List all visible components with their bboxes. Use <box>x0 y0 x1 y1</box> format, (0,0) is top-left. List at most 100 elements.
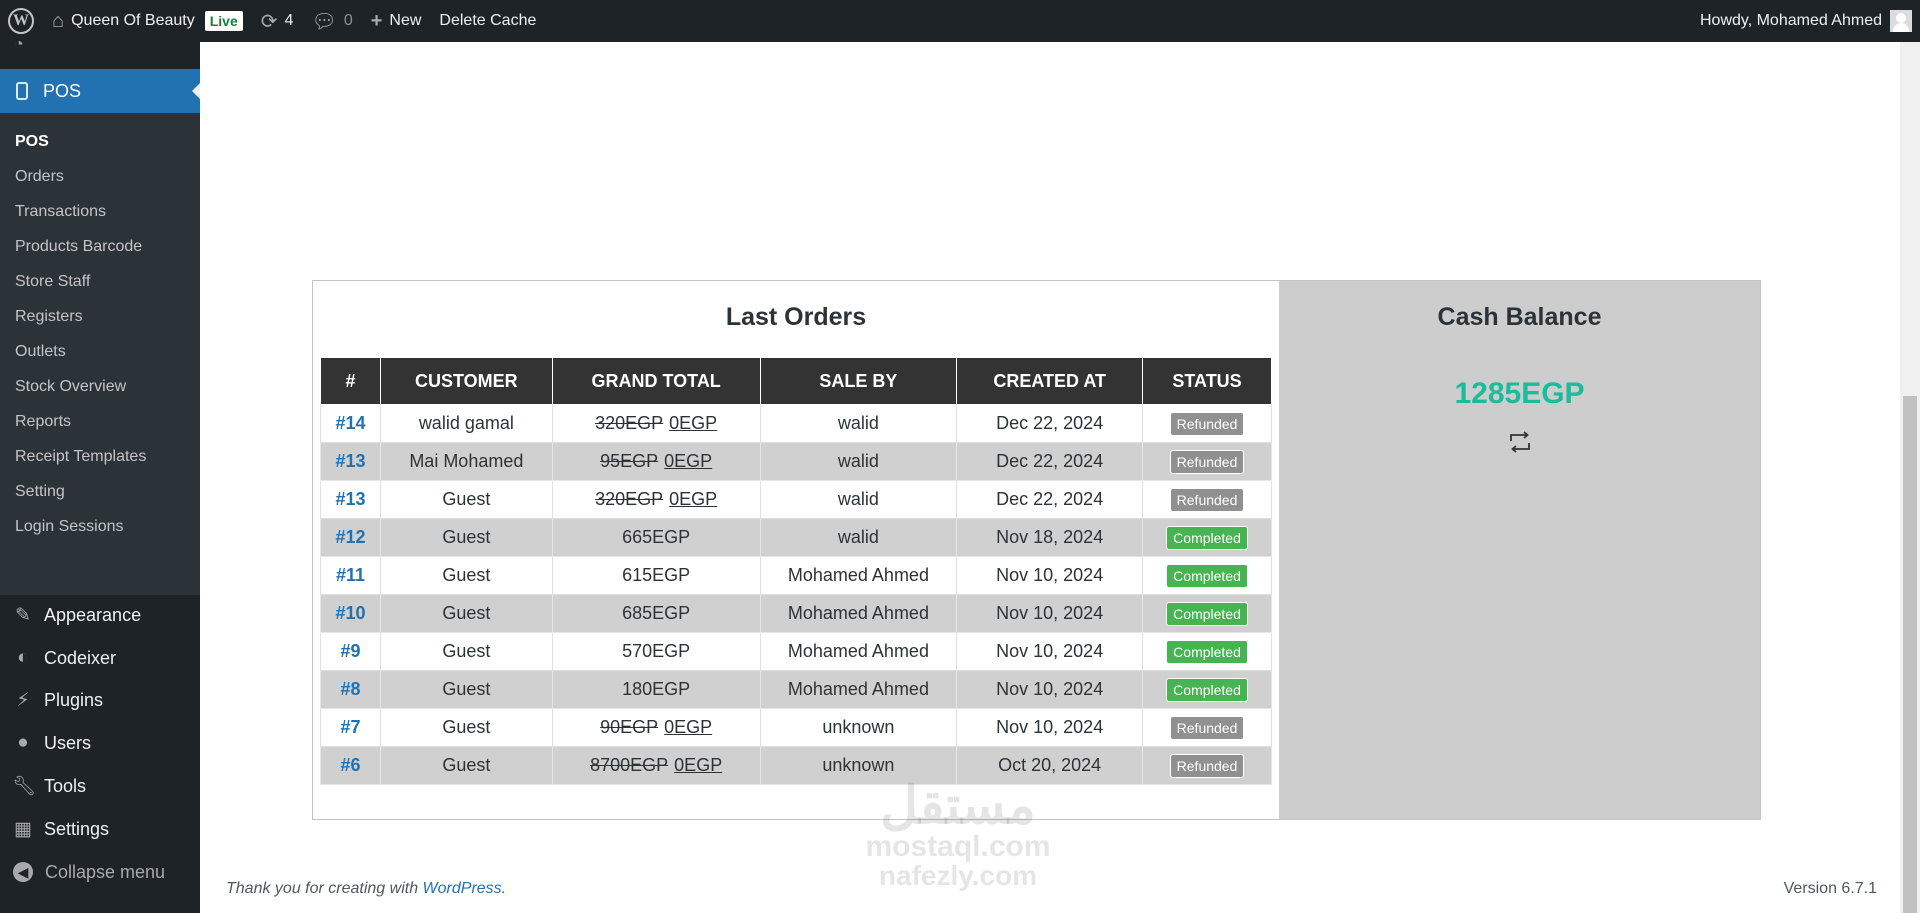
submenu-item-products-barcode[interactable]: Products Barcode <box>15 238 142 256</box>
sale-by-cell: unknown <box>759 746 958 785</box>
order-id-link[interactable]: #8 <box>340 679 360 699</box>
admin-sidebar: ◔ POS POS Orders Transactions Products B… <box>0 36 200 913</box>
submenu-item-registers[interactable]: Registers <box>15 308 83 326</box>
live-badge: Live <box>204 11 243 31</box>
order-id-link[interactable]: #14 <box>335 413 365 433</box>
original-total: 90EGP <box>600 717 659 737</box>
pos-icon <box>16 82 28 100</box>
wordpress-link[interactable]: WordPress <box>423 880 502 897</box>
created-at-cell: Nov 10, 2024 <box>956 632 1144 671</box>
submenu-item-stock-overview[interactable]: Stock Overview <box>15 378 126 396</box>
submenu-item-login-sessions[interactable]: Login Sessions <box>15 518 124 536</box>
collapse-menu-button[interactable]: ◀ Collapse menu <box>0 852 200 892</box>
refunded-total[interactable]: 0EGP <box>664 451 712 471</box>
table-row: #8 Guest 180EGP Mohamed Ahmed Nov 10, 2024 Co… <box>320 670 1272 709</box>
column-header-customer: CUSTOMER <box>379 357 553 405</box>
customer-cell: Guest <box>379 746 553 785</box>
submenu-item-store-staff[interactable]: Store Staff <box>15 273 90 291</box>
original-total: 95EGP <box>600 451 659 471</box>
grand-total-cell: 665EGP <box>551 518 761 557</box>
order-id-cell: #6 <box>320 746 381 785</box>
submenu-item-reports[interactable]: Reports <box>15 413 71 431</box>
collapse-icon: ◀ <box>13 862 33 882</box>
users-icon: ● <box>17 732 29 753</box>
site-name-link[interactable]: ⌂ Queen Of Beauty Live <box>43 0 252 42</box>
submenu-item-pos[interactable]: POS <box>15 133 49 151</box>
sidebar-item-codeixer[interactable]: ◐ Codeixer <box>0 638 200 678</box>
last-orders-title: Last Orders <box>725 303 867 331</box>
submenu-item-outlets[interactable]: Outlets <box>15 343 66 361</box>
sale-by-cell: walid <box>759 518 958 557</box>
status-badge: Completed <box>1166 563 1248 588</box>
sidebar-item-plugins[interactable]: ⚡︎ Plugins <box>0 680 200 720</box>
comments-link[interactable]: 💬︎ 0 <box>302 0 361 42</box>
table-row: #6 Guest 8700EGP 0EGP unknown Oct 20, 2024 Ref… <box>320 746 1272 785</box>
order-id-link[interactable]: #9 <box>340 641 360 661</box>
paintbrush-icon: ✎ <box>15 604 31 626</box>
column-header-created-at: CREATED AT <box>956 357 1144 405</box>
order-id-link[interactable]: #10 <box>335 603 365 623</box>
customer-cell: Guest <box>379 594 553 633</box>
avatar <box>1890 10 1912 32</box>
created-at-cell: Oct 20, 2024 <box>956 746 1144 785</box>
submenu-item-setting[interactable]: Setting <box>15 483 65 501</box>
sidebar-item-users[interactable]: ● Users <box>0 723 200 763</box>
status-cell: Refunded <box>1142 708 1272 747</box>
settings-icon: ▦ <box>14 818 32 840</box>
site-name: Queen Of Beauty <box>71 12 195 29</box>
footer-thanks: Thank you for creating with WordPress. <box>226 880 506 898</box>
sale-by-cell: walid <box>759 404 958 443</box>
order-id-cell: #12 <box>320 518 381 557</box>
refunded-total[interactable]: 0EGP <box>669 489 717 509</box>
created-at-cell: Dec 22, 2024 <box>956 404 1144 443</box>
status-badge: Refunded <box>1169 449 1245 474</box>
dashboard-icon-partial: ◔ <box>14 36 24 53</box>
created-at-cell: Dec 22, 2024 <box>956 480 1144 519</box>
column-header-sale-by: SALE BY <box>759 357 958 405</box>
page-scrollbar[interactable] <box>1900 42 1920 913</box>
account-menu[interactable]: Howdy, Mohamed Ahmed <box>1691 0 1920 42</box>
footer-version: Version 6.7.1 <box>1783 880 1877 897</box>
refunded-total[interactable]: 0EGP <box>664 717 712 737</box>
sidebar-item-appearance[interactable]: ✎ Appearance <box>0 595 200 635</box>
sidebar-item-settings[interactable]: ▦ Settings <box>0 809 200 849</box>
created-at-cell: Dec 22, 2024 <box>956 442 1144 481</box>
original-total: 320EGP <box>595 489 664 509</box>
submenu-item-transactions[interactable]: Transactions <box>15 203 106 221</box>
comment-icon: 💬︎ <box>311 10 337 33</box>
submenu-item-orders[interactable]: Orders <box>15 168 64 186</box>
collapse-menu-label: Collapse menu <box>45 861 166 882</box>
sidebar-item-pos[interactable]: POS <box>0 69 200 113</box>
order-id-link[interactable]: #12 <box>335 527 365 547</box>
sidebar-item-label: Plugins <box>44 689 104 710</box>
refresh-icon[interactable] <box>1507 429 1533 455</box>
sale-by-cell: Mohamed Ahmed <box>759 632 958 671</box>
order-id-link[interactable]: #13 <box>335 489 365 509</box>
delete-cache-label: Delete Cache <box>439 12 537 29</box>
cash-balance-section: Cash Balance 1285EGP <box>1279 281 1760 819</box>
table-row: #13 Guest 320EGP 0EGP walid Dec 22, 2024 Refun… <box>320 480 1272 519</box>
order-id-cell: #8 <box>320 670 381 709</box>
order-id-link[interactable]: #13 <box>335 451 365 471</box>
order-id-link[interactable]: #6 <box>340 755 360 775</box>
sidebar-item-tools[interactable]: 🔧︎ Tools <box>0 766 200 806</box>
table-row: #12 Guest 665EGP walid Nov 18, 2024 Completed <box>320 518 1272 557</box>
customer-cell: walid gamal <box>379 404 553 443</box>
pos-submenu: POS Orders Transactions Products Barcode… <box>0 113 200 595</box>
updates-link[interactable]: ⟳ 4 <box>252 0 303 42</box>
order-id-link[interactable]: #11 <box>336 565 365 585</box>
cash-balance-amount: 1285EGP <box>1454 377 1585 410</box>
submenu-item-receipt-templates[interactable]: Receipt Templates <box>15 448 146 466</box>
refunded-total[interactable]: 0EGP <box>669 413 717 433</box>
scrollbar-thumb[interactable] <box>1903 396 1917 913</box>
new-content-link[interactable]: + New <box>362 0 431 42</box>
order-id-link[interactable]: #7 <box>340 717 360 737</box>
delete-cache-link[interactable]: Delete Cache <box>430 0 545 42</box>
order-id-cell: #10 <box>320 594 381 633</box>
new-label: New <box>389 12 422 29</box>
refunded-total[interactable]: 0EGP <box>674 755 722 775</box>
cash-balance-title: Cash Balance <box>1437 303 1602 331</box>
column-header-grand-total: GRAND TOTAL <box>551 357 761 405</box>
status-badge: Refunded <box>1169 487 1245 512</box>
orders-table: # CUSTOMER GRAND TOTAL SALE BY CREATED A… <box>320 357 1272 785</box>
